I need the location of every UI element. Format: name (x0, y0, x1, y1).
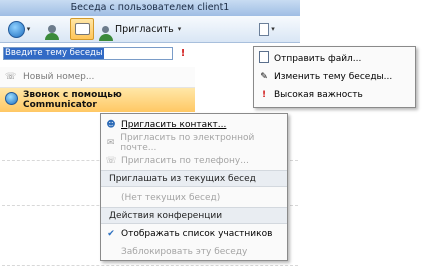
phone-icon: ☏ (105, 155, 117, 166)
phone-icon: ☏ (5, 72, 17, 82)
exclamation-icon: ! (261, 89, 267, 100)
current-conversations-header: Приглашать из текущих бесед (101, 170, 287, 187)
add-contact-icon: ☻ (106, 119, 116, 130)
high-importance-label: Высокая важность (274, 89, 363, 100)
invite-menu: ☻ Пригласить контакт... ✉ Пригласить по … (100, 113, 288, 261)
chevron-down-icon: ▾ (271, 25, 275, 33)
communicator-icon (5, 92, 18, 105)
lock-conversation-label: Заблокировать эту беседу (121, 246, 248, 257)
importance-button[interactable]: ! (176, 47, 190, 61)
invite-contact-label: Пригласить контакт... (121, 119, 227, 130)
no-current-label: (Нет текущих бесед) (121, 192, 221, 203)
share-button[interactable]: ▾ (252, 19, 282, 39)
chat-bubble-icon (74, 23, 90, 35)
high-importance-item[interactable]: ! Высокая важность (254, 86, 415, 103)
invite-button[interactable]: Пригласить ▾ (99, 20, 182, 41)
communicator-icon-wrap (5, 92, 18, 108)
current-conversations-label: Приглашать из текущих бесед (109, 173, 256, 184)
send-file-label: Отправить файл... (274, 53, 362, 64)
person-icon (45, 25, 59, 40)
invite-email-item[interactable]: ✉ Пригласить по электронной почте... (101, 132, 287, 153)
new-number-row[interactable]: ☏ Новый номер... (0, 67, 195, 88)
communicator-icon (7, 20, 25, 38)
communicator-call-row[interactable]: Звонок с помощью Communicator (0, 88, 195, 112)
invite-email-label: Пригласить по электронной почте... (120, 132, 255, 153)
invite-contact-item[interactable]: ☻ Пригласить контакт... (101, 116, 287, 133)
invite-people-icon (99, 25, 113, 41)
topic-input[interactable]: Введите тему беседы (3, 47, 173, 60)
exclamation-icon: ! (180, 48, 186, 59)
change-topic-item[interactable]: ✎ Изменить тему беседы... (254, 68, 415, 85)
lock-conversation-item[interactable]: Заблокировать эту беседу (101, 243, 287, 260)
topic-row: Введите тему беседы ! (0, 43, 195, 65)
chat-topic-icon: ✎ (260, 71, 268, 82)
contact-button[interactable] (40, 19, 64, 40)
send-file-item[interactable]: Отправить файл... (254, 50, 415, 67)
invite-phone-item[interactable]: ☏ Пригласить по телефону... (101, 152, 287, 169)
invite-phone-label: Пригласить по телефону... (121, 155, 249, 166)
divider (2, 265, 298, 266)
invite-label: Пригласить (115, 23, 174, 35)
show-participants-label: Отображать список участников (121, 228, 273, 239)
window-title: Беседа с пользователем client1 (70, 2, 230, 13)
change-topic-label: Изменить тему беседы... (274, 71, 393, 82)
show-participants-item[interactable]: ✔ Отображать список участников (101, 225, 287, 242)
share-menu: Отправить файл... ✎ Изменить тему беседы… (253, 46, 416, 108)
chevron-down-icon: ▾ (26, 25, 31, 33)
new-number-label: Новый номер... (23, 72, 95, 82)
no-current-item: (Нет текущих бесед) (101, 189, 287, 206)
chevron-down-icon: ▾ (177, 25, 182, 33)
topic-input-text: Введите тему беседы (4, 48, 104, 59)
conference-actions-header: Действия конференции (101, 207, 287, 224)
title-bar: Беседа с пользователем client1 (0, 0, 300, 16)
im-button[interactable] (70, 18, 94, 40)
file-icon (254, 51, 274, 66)
toolbar: ▾ Пригласить ▾ ▾ (0, 16, 300, 43)
email-icon: ✉ (106, 137, 115, 148)
document-icon (259, 22, 270, 36)
conference-actions-label: Действия конференции (109, 210, 223, 221)
status-button[interactable]: ▾ (4, 19, 34, 39)
communicator-call-label: Звонок с помощью Communicator (23, 90, 122, 110)
checkmark-icon: ✔ (107, 228, 115, 239)
